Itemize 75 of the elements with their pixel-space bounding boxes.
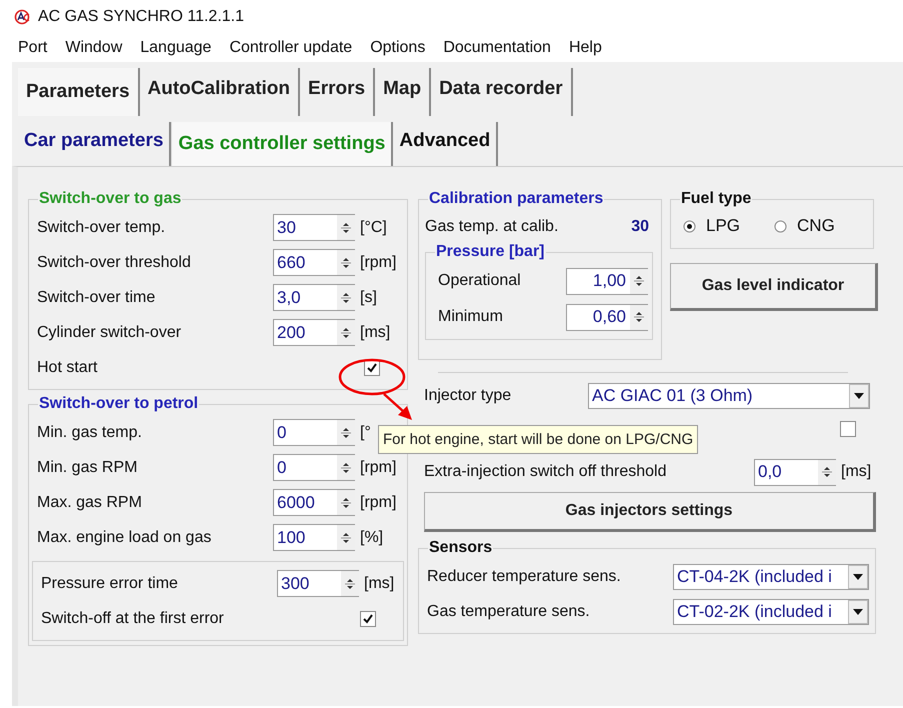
field-label: Cylinder switch-over (37, 324, 182, 342)
radio-button[interactable]: LPG (683, 216, 740, 236)
field-label: Switch-off at the first error (41, 610, 225, 628)
field-label: Hot start (37, 358, 98, 376)
app-logo-icon (14, 9, 32, 25)
menu-item[interactable]: Help (568, 39, 602, 57)
checkbox[interactable] (360, 610, 376, 626)
unit-label: [ms] (364, 574, 394, 592)
field-label: Max. gas RPM (37, 494, 143, 512)
field-label: Injector type (424, 387, 512, 405)
dropdown[interactable]: CT-02-2K (included i (673, 598, 869, 624)
field-label: Min. gas RPM (37, 458, 138, 476)
value-text: 30 (631, 218, 649, 236)
dropdown-arrow-icon (853, 574, 863, 580)
spin-field[interactable]: 660 (273, 249, 355, 276)
field-label: Min. gas temp. (37, 424, 143, 442)
unit-label: [%] (360, 528, 384, 546)
tab[interactable]: Parameters (18, 68, 140, 116)
spin-field[interactable]: 200 (273, 319, 355, 346)
menu-item[interactable]: Language (140, 39, 212, 57)
spin-arrows-icon (633, 273, 645, 289)
spin-field[interactable]: 0 (273, 454, 355, 481)
window-title: AC GAS SYNCHRO 11.2.1.1 (38, 8, 244, 26)
field-label: Switch-over temp. (37, 218, 166, 236)
check-icon (366, 362, 378, 374)
spin-arrows-icon (821, 464, 833, 480)
spin-arrows-icon (633, 309, 645, 325)
field-label: Switch-over time (37, 288, 156, 306)
field-label: Gas temperature sens. (427, 602, 590, 620)
spin-field[interactable]: 0 (273, 419, 355, 446)
gas-injectors-button[interactable]: Gas injectors settings (424, 492, 876, 532)
field-label: Minimum (438, 308, 503, 326)
gas-level-button[interactable]: Gas level indicator (670, 263, 878, 311)
unit-label: [rpm] (360, 458, 396, 476)
unit-label: [rpm] (360, 494, 396, 512)
field-label: Max. engine load on gas (37, 528, 212, 546)
dropdown[interactable]: CT-04-2K (included i (673, 564, 869, 590)
tooltip: For hot engine, start will be done on LPG/CNG (378, 425, 698, 454)
tab[interactable]: Gas controller settings (171, 122, 394, 166)
menu-item[interactable]: Window (65, 39, 122, 57)
group-title: Pressure [bar] (435, 243, 546, 261)
spin-field[interactable]: 0,0 (754, 458, 836, 486)
field-label: Pressure error time (41, 574, 179, 592)
menu-item[interactable]: Port (18, 39, 48, 57)
radio-button[interactable]: CNG (774, 216, 835, 236)
group-title: Calibration parameters (428, 190, 604, 208)
dropdown-arrow-icon (853, 608, 863, 614)
group-title: Fuel type (680, 190, 752, 208)
spin-field[interactable]: 1,00 (566, 268, 648, 294)
dropdown-arrow-icon (854, 393, 864, 399)
spin-field[interactable]: 100 (273, 524, 355, 551)
unit-label: [ms] (360, 324, 390, 342)
menu-item[interactable]: Controller update (229, 39, 352, 57)
spin-field[interactable]: 300 (277, 570, 359, 597)
unit-label: [°C] (360, 218, 387, 236)
unit-label: [rpm] (360, 254, 396, 272)
field-label: Gas temp. at calib. (425, 218, 558, 236)
field-label: Switch-over threshold (37, 254, 192, 272)
group-title: Switch-over to petrol (38, 395, 200, 413)
checkbox[interactable] (840, 421, 856, 437)
field-label: Operational (438, 272, 521, 290)
dropdown[interactable]: AC GIAC 01 (3 Ohm) (588, 383, 870, 409)
menu-item[interactable]: Options (370, 39, 426, 57)
spin-field[interactable]: 0,60 (566, 304, 648, 330)
menu-item[interactable]: Documentation (443, 39, 551, 57)
check-icon (362, 612, 374, 624)
group-title: Switch-over to gas (38, 190, 182, 208)
field-label: Reducer temperature sens. (427, 568, 621, 586)
field-label: Extra-injection switch off threshold (424, 463, 668, 481)
unit-label: [s] (360, 288, 377, 306)
spin-field[interactable]: 30 (273, 214, 355, 241)
unit-label: [° (360, 424, 371, 442)
unit-label: [ms] (841, 463, 872, 481)
spin-field[interactable]: 3,0 (273, 284, 355, 311)
spin-field[interactable]: 6000 (273, 489, 355, 516)
